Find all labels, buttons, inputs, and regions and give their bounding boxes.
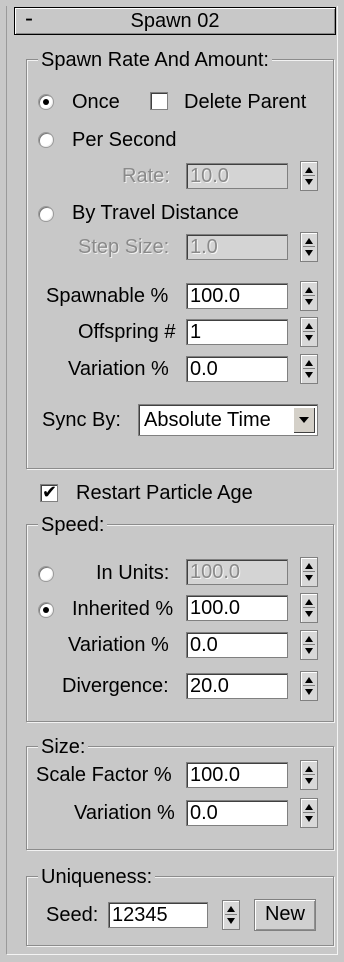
spinner-up-icon[interactable] [305,677,313,683]
spinner-divider [303,295,315,296]
sync-by-dropdown[interactable]: Absolute Time [138,404,318,436]
spinner-divider [303,644,315,645]
speed-variation-field[interactable]: 0.0 [186,632,288,658]
by-travel-distance-label[interactable]: By Travel Distance [72,201,239,225]
spinner-divider [303,246,315,247]
size-variation-label: Variation % [74,802,175,824]
restart-particle-age-checkbox[interactable] [40,481,58,503]
size-variation-field[interactable]: 0.0 [186,800,288,826]
speed-variation-spinner[interactable] [300,630,318,660]
spinner-divider [303,774,315,775]
spawnable-field[interactable]: 100.0 [186,283,288,309]
spinner-down-icon[interactable] [227,918,235,924]
per-second-label[interactable]: Per Second [72,128,177,152]
delete-parent-label[interactable]: Delete Parent [184,90,306,114]
divergence-spinner[interactable] [300,671,318,701]
spinner-down-icon[interactable] [305,778,313,784]
spinner-up-icon[interactable] [305,360,313,366]
variation-spinner[interactable] [300,354,318,384]
scale-factor-field[interactable]: 100.0 [186,762,288,788]
sync-by-label: Sync By: [42,409,121,431]
spinner-down-icon[interactable] [305,689,313,695]
by-travel-distance-radio[interactable] [38,206,54,222]
spinner-divider [303,685,315,686]
divergence-label: Divergence: [62,675,169,697]
offspring-label: Offspring # [78,321,176,343]
inherited-spinner[interactable] [300,593,318,623]
variation-field[interactable]: 0.0 [186,356,288,382]
spinner-divider [303,571,315,572]
once-radio[interactable] [38,94,54,110]
sync-by-value: Absolute Time [144,409,271,431]
spinner-divider [303,368,315,369]
spinner-up-icon[interactable] [305,563,313,569]
spinner-up-icon[interactable] [305,238,313,244]
uniqueness-legend: Uniqueness: [38,866,156,888]
scale-factor-label: Scale Factor % [36,764,172,786]
per-second-radio[interactable] [38,132,54,148]
spinner-up-icon[interactable] [305,323,313,329]
size-variation-spinner[interactable] [300,798,318,828]
spinner-down-icon[interactable] [305,816,313,822]
rollout-header-button[interactable]: - Spawn 02 [14,6,336,35]
speed-legend: Speed: [38,514,108,536]
once-label[interactable]: Once [72,90,120,114]
spinner-up-icon[interactable] [305,287,313,293]
spinner-down-icon[interactable] [305,611,313,617]
rate-field[interactable]: 10.0 [186,163,288,189]
step-size-field[interactable]: 1.0 [186,234,288,260]
spinner-down-icon[interactable] [305,648,313,654]
seed-label: Seed: [46,904,99,926]
spinner-divider [303,175,315,176]
spawnable-label: Spawnable % [46,285,169,307]
scale-factor-spinner[interactable] [300,760,318,790]
spinner-down-icon[interactable] [305,179,313,185]
spinner-divider [303,331,315,332]
rate-spinner[interactable] [300,161,318,191]
spinner-up-icon[interactable] [305,167,313,173]
spinner-down-icon[interactable] [305,299,313,305]
inherited-field[interactable]: 100.0 [186,595,288,621]
in-units-field[interactable]: 100.0 [186,559,288,585]
size-legend: Size: [38,736,89,758]
seed-spinner[interactable] [222,900,240,930]
rollout-title: Spawn 02 [130,10,220,32]
inherited-radio[interactable] [38,602,54,618]
spinner-down-icon[interactable] [305,575,313,581]
inherited-label: Inherited % [72,598,174,620]
spinner-down-icon[interactable] [305,250,313,256]
divergence-field[interactable]: 20.0 [186,673,288,699]
spinner-down-icon[interactable] [305,335,313,341]
spinner-down-icon[interactable] [305,372,313,378]
offspring-field[interactable]: 1 [186,319,288,345]
spinner-up-icon[interactable] [305,599,313,605]
spawn-rate-legend: Spawn Rate And Amount: [38,49,272,71]
new-seed-button[interactable]: New [254,899,316,931]
spinner-up-icon[interactable] [305,804,313,810]
spawnable-spinner[interactable] [300,281,318,311]
offspring-spinner[interactable] [300,317,318,347]
in-units-label: In Units: [96,562,170,584]
rate-label: Rate: [122,165,170,187]
dropdown-arrow-icon[interactable] [293,407,315,433]
spinner-divider [225,914,237,915]
delete-parent-checkbox[interactable] [150,92,168,110]
spinner-divider [303,812,315,813]
seed-field[interactable]: 12345 [108,902,208,928]
spinner-up-icon[interactable] [305,636,313,642]
variation-label: Variation % [68,358,169,380]
spinner-up-icon[interactable] [227,906,235,912]
step-size-spinner[interactable] [300,232,318,262]
in-units-spinner[interactable] [300,557,318,587]
restart-particle-age-label[interactable]: Restart Particle Age [76,481,253,505]
in-units-radio[interactable] [38,566,54,582]
spinner-divider [303,607,315,608]
speed-variation-label: Variation % [68,634,169,656]
spinner-up-icon[interactable] [305,766,313,772]
step-size-label: Step Size: [78,236,170,258]
